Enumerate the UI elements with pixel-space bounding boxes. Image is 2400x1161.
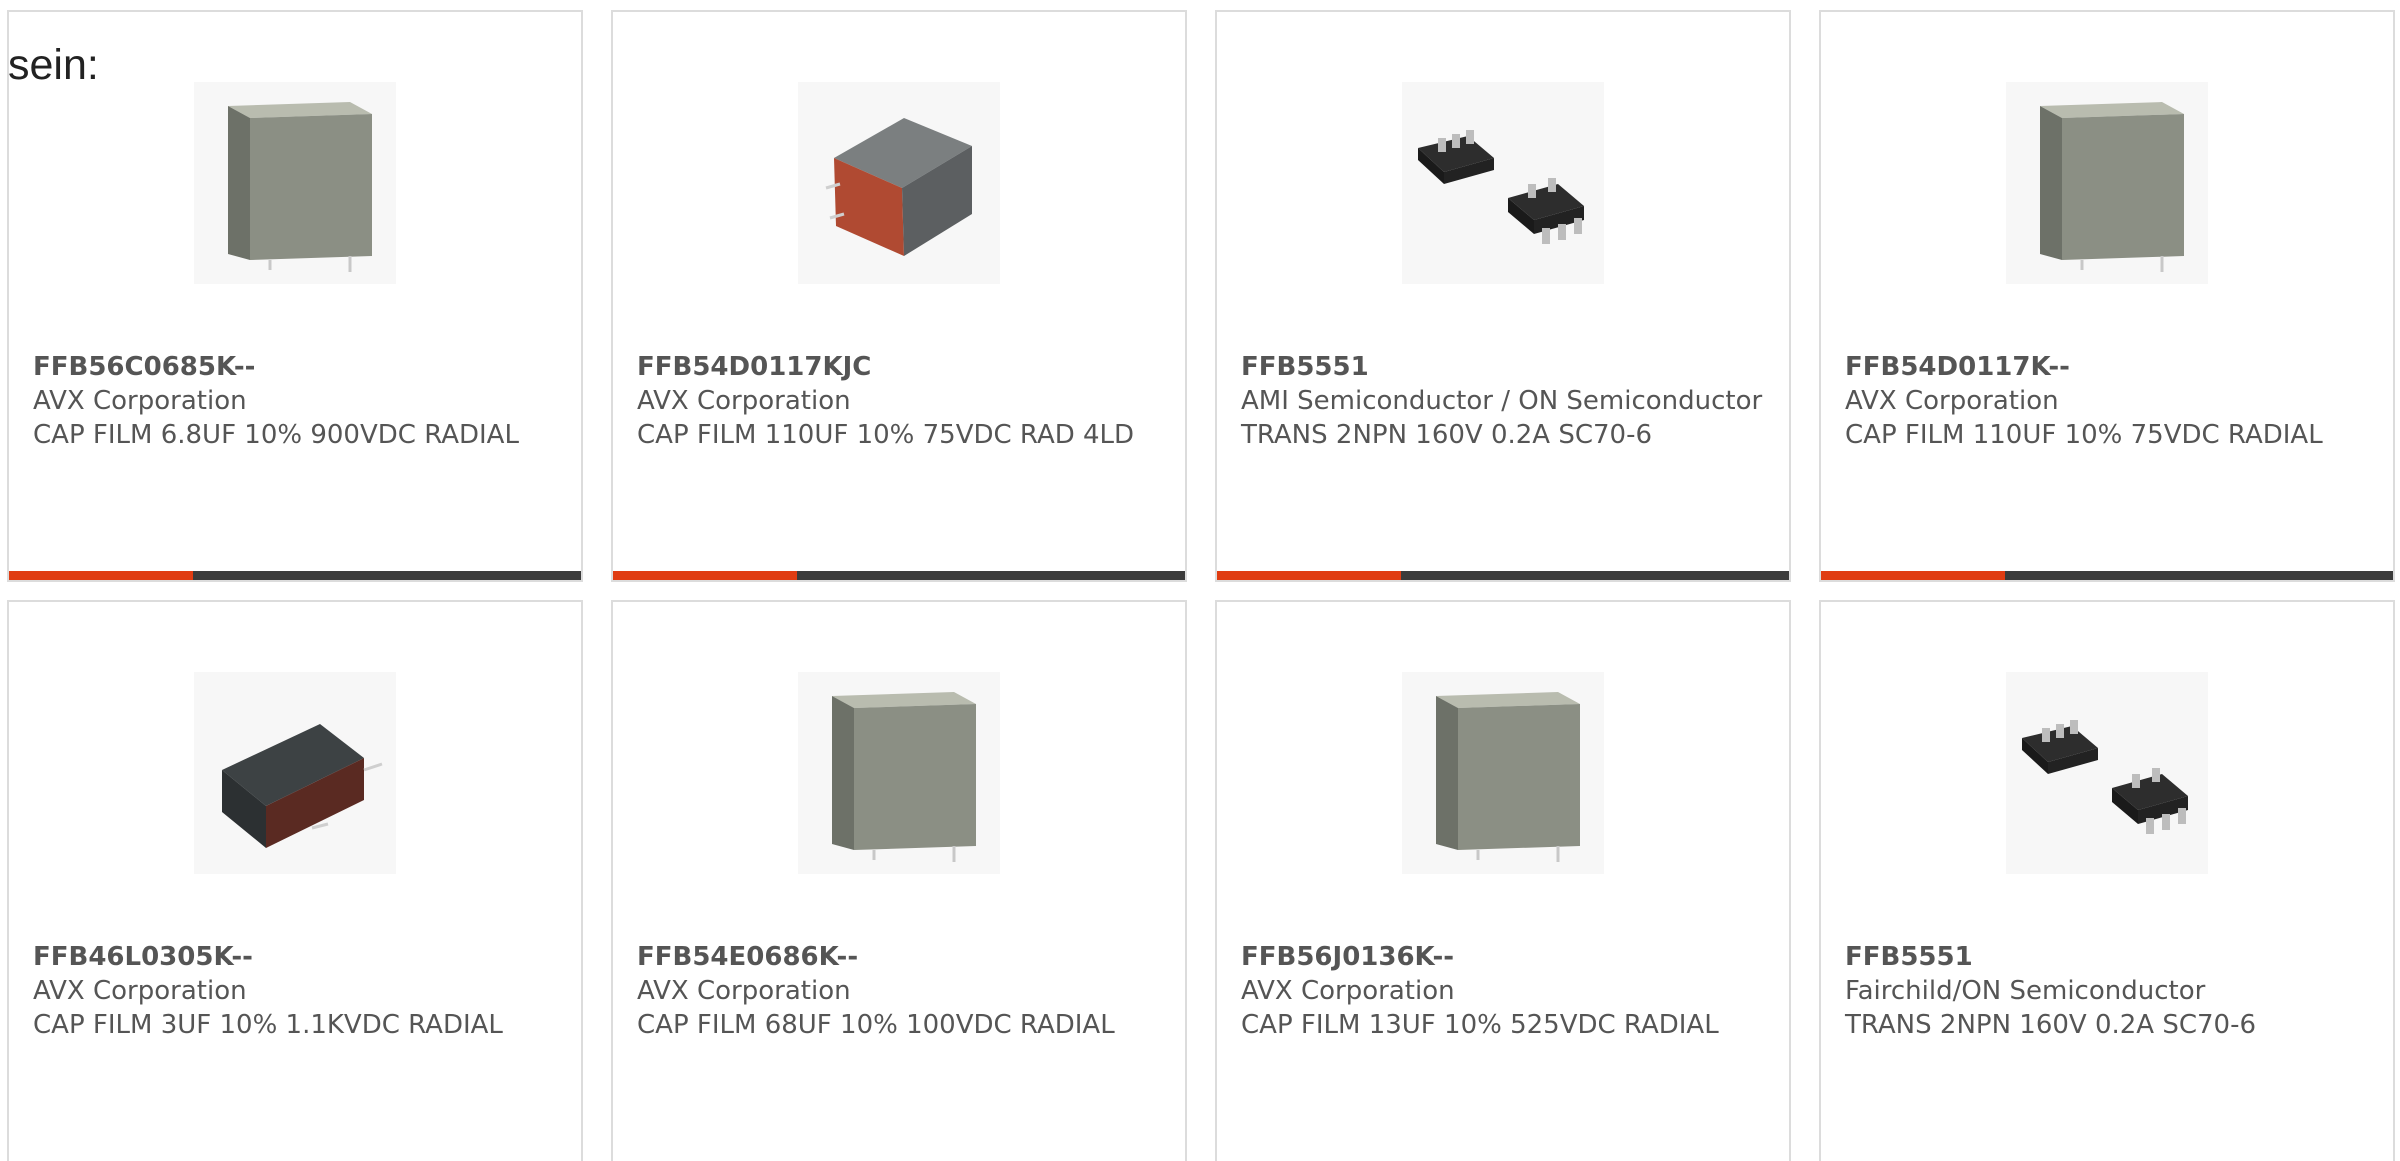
description-label: CAP FILM 68UF 10% 100VDC RADIAL bbox=[637, 1010, 1115, 1040]
product-info: FFB54D0117KJC AVX Corporation CAP FILM 1… bbox=[637, 350, 1165, 452]
product-info: FFB56J0136K-- AVX Corporation CAP FILM 1… bbox=[1241, 940, 1769, 1042]
product-card[interactable]: FFB5551 Fairchild/ON Semiconductor TRANS… bbox=[1819, 600, 2395, 1161]
manufacturer-label: AVX Corporation bbox=[637, 976, 851, 1006]
description-label: CAP FILM 6.8UF 10% 900VDC RADIAL bbox=[33, 420, 519, 450]
product-image[interactable] bbox=[1402, 82, 1604, 284]
product-image[interactable] bbox=[798, 672, 1000, 874]
film-capacitor-dark-icon bbox=[222, 724, 383, 848]
accent-stripe bbox=[1217, 571, 1401, 580]
film-capacitor-4lead-icon bbox=[825, 118, 972, 256]
product-image[interactable] bbox=[194, 82, 396, 284]
product-card[interactable]: FFB56J0136K-- AVX Corporation CAP FILM 1… bbox=[1215, 600, 1791, 1161]
description-label: TRANS 2NPN 160V 0.2A SC70-6 bbox=[1845, 1010, 2257, 1040]
accent-stripe bbox=[9, 571, 193, 580]
intro-text: sein: bbox=[8, 41, 99, 89]
product-image[interactable] bbox=[798, 82, 1000, 284]
film-capacitor-box-icon bbox=[228, 102, 372, 272]
product-card[interactable]: FFB54D0117K-- AVX Corporation CAP FILM 1… bbox=[1819, 10, 2395, 582]
card-bottom-bar bbox=[613, 571, 1185, 580]
film-capacitor-box-icon bbox=[832, 692, 976, 862]
part-number-link[interactable]: FFB54D0117K-- bbox=[1845, 350, 2373, 384]
product-card[interactable]: FFB46L0305K-- AVX Corporation CAP FILM 3… bbox=[7, 600, 583, 1161]
product-image[interactable] bbox=[2006, 82, 2208, 284]
product-image[interactable] bbox=[1402, 672, 1604, 874]
part-number-link[interactable]: FFB5551 bbox=[1845, 940, 2373, 974]
description-label: CAP FILM 13UF 10% 525VDC RADIAL bbox=[1241, 1010, 1719, 1040]
product-info: FFB5551 AMI Semiconductor / ON Semicondu… bbox=[1241, 350, 1769, 452]
product-image[interactable] bbox=[2006, 672, 2208, 874]
part-number-link[interactable]: FFB56C0685K-- bbox=[33, 350, 561, 384]
product-card[interactable]: FFB54D0117KJC AVX Corporation CAP FILM 1… bbox=[611, 10, 1187, 582]
card-bottom-bar bbox=[9, 571, 581, 580]
product-info: FFB54D0117K-- AVX Corporation CAP FILM 1… bbox=[1845, 350, 2373, 452]
product-image[interactable] bbox=[194, 672, 396, 874]
description-label: TRANS 2NPN 160V 0.2A SC70-6 bbox=[1241, 420, 1653, 450]
manufacturer-label: AMI Semiconductor / ON Semiconductor bbox=[1241, 386, 1763, 416]
accent-stripe bbox=[1821, 571, 2005, 580]
part-number-link[interactable]: FFB46L0305K-- bbox=[33, 940, 561, 974]
manufacturer-label: AVX Corporation bbox=[1845, 386, 2059, 416]
manufacturer-label: AVX Corporation bbox=[637, 386, 851, 416]
description-label: CAP FILM 3UF 10% 1.1KVDC RADIAL bbox=[33, 1010, 503, 1040]
product-card[interactable]: FFB56C0685K-- AVX Corporation CAP FILM 6… bbox=[7, 10, 583, 582]
product-info: FFB46L0305K-- AVX Corporation CAP FILM 3… bbox=[33, 940, 561, 1042]
part-number-link[interactable]: FFB5551 bbox=[1241, 350, 1769, 384]
description-label: CAP FILM 110UF 10% 75VDC RADIAL bbox=[1845, 420, 2323, 450]
manufacturer-label: AVX Corporation bbox=[33, 386, 247, 416]
product-info: FFB5551 Fairchild/ON Semiconductor TRANS… bbox=[1845, 940, 2373, 1042]
part-number-link[interactable]: FFB56J0136K-- bbox=[1241, 940, 1769, 974]
product-card[interactable]: FFB5551 AMI Semiconductor / ON Semicondu… bbox=[1215, 10, 1791, 582]
part-number-link[interactable]: FFB54E0686K-- bbox=[637, 940, 1165, 974]
card-bottom-bar bbox=[1821, 571, 2393, 580]
sc70-transistor-icon bbox=[1418, 130, 1584, 244]
product-info: FFB54E0686K-- AVX Corporation CAP FILM 6… bbox=[637, 940, 1165, 1042]
part-number-link[interactable]: FFB54D0117KJC bbox=[637, 350, 1165, 384]
sc70-transistor-icon bbox=[2022, 720, 2188, 834]
film-capacitor-box-icon bbox=[1436, 692, 1580, 862]
film-capacitor-box-icon bbox=[2040, 102, 2184, 272]
product-card[interactable]: FFB54E0686K-- AVX Corporation CAP FILM 6… bbox=[611, 600, 1187, 1161]
manufacturer-label: AVX Corporation bbox=[1241, 976, 1455, 1006]
card-bottom-bar bbox=[1217, 571, 1789, 580]
product-grid-page: sein: FFB56C0685K-- AVX Corporation CAP … bbox=[0, 0, 2400, 1161]
manufacturer-label: Fairchild/ON Semiconductor bbox=[1845, 976, 2206, 1006]
manufacturer-label: AVX Corporation bbox=[33, 976, 247, 1006]
product-info: FFB56C0685K-- AVX Corporation CAP FILM 6… bbox=[33, 350, 561, 452]
accent-stripe bbox=[613, 571, 797, 580]
description-label: CAP FILM 110UF 10% 75VDC RAD 4LD bbox=[637, 420, 1135, 450]
